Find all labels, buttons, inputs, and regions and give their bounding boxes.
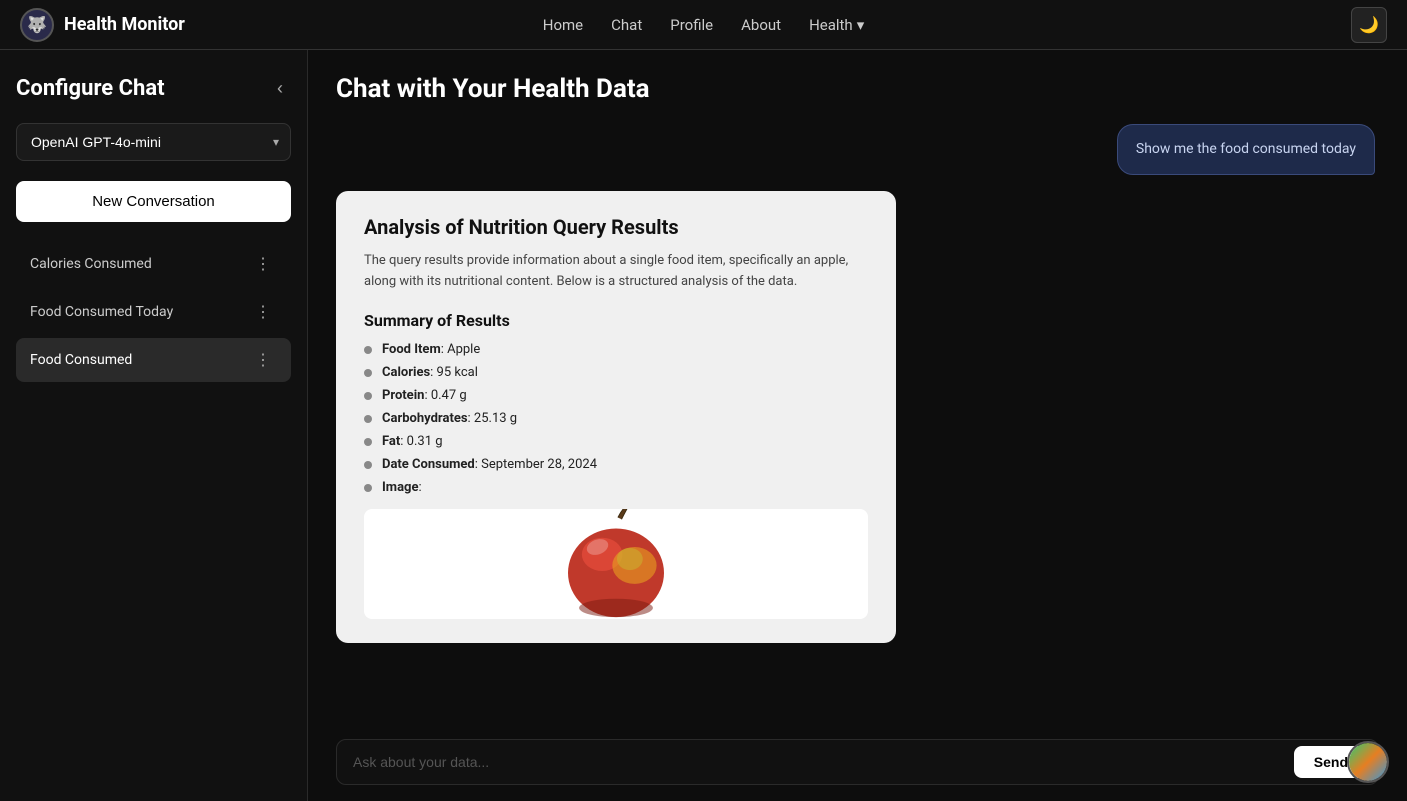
- brand: 🐺 Health Monitor: [20, 8, 185, 42]
- moon-icon: 🌙: [1359, 15, 1379, 35]
- bullet-icon: [364, 369, 372, 377]
- item-value: 25.13 g: [474, 411, 517, 426]
- collapse-button[interactable]: ‹: [269, 74, 291, 103]
- bullet-icon: [364, 392, 372, 400]
- chat-input-row: Send: [336, 739, 1379, 785]
- conversation-menu-button[interactable]: ⋮: [249, 300, 277, 324]
- assistant-card-desc: The query results provide information ab…: [364, 251, 868, 293]
- chat-area: Chat with Your Health Data Show me the f…: [308, 50, 1407, 801]
- nav-about[interactable]: About: [741, 16, 781, 34]
- assistant-message-row: Analysis of Nutrition Query Results The …: [336, 191, 1375, 643]
- conversation-item-calories[interactable]: Calories Consumed ⋮: [16, 242, 291, 286]
- navbar: 🐺 Health Monitor Home Chat Profile About…: [0, 0, 1407, 50]
- user-message-row: Show me the food consumed today: [336, 124, 1375, 175]
- list-item: Carbohydrates: 25.13 g: [364, 411, 868, 426]
- assistant-message-card: Analysis of Nutrition Query Results The …: [336, 191, 896, 643]
- model-select-wrapper: OpenAI GPT-4o-mini OpenAI GPT-4o OpenAI …: [16, 123, 291, 161]
- bullet-icon: [364, 415, 372, 423]
- brand-icon: 🐺: [20, 8, 54, 42]
- nav-chat[interactable]: Chat: [611, 16, 642, 34]
- main-layout: Configure Chat ‹ OpenAI GPT-4o-mini Open…: [0, 50, 1407, 801]
- item-key: Protein: [382, 388, 424, 403]
- item-value: 0.31 g: [407, 434, 443, 449]
- user-message-text: Show me the food consumed today: [1136, 141, 1356, 157]
- list-item: Protein: 0.47 g: [364, 388, 868, 403]
- assistant-card-title: Analysis of Nutrition Query Results: [364, 215, 868, 239]
- nav-profile[interactable]: Profile: [670, 16, 713, 34]
- conversation-item-food[interactable]: Food Consumed ⋮: [16, 338, 291, 382]
- item-key: Image: [382, 480, 418, 495]
- navbar-right: 🌙: [1351, 7, 1387, 43]
- bullet-icon: [364, 346, 372, 354]
- chat-title: Chat with Your Health Data: [336, 74, 1379, 104]
- list-item: Calories: 95 kcal: [364, 365, 868, 380]
- bullet-icon: [364, 484, 372, 492]
- chat-messages: Show me the food consumed today Analysis…: [336, 124, 1379, 725]
- conversation-menu-button[interactable]: ⋮: [249, 252, 277, 276]
- nav-home[interactable]: Home: [543, 16, 583, 34]
- conversation-label: Calories Consumed: [30, 256, 152, 272]
- sidebar: Configure Chat ‹ OpenAI GPT-4o-mini Open…: [0, 50, 308, 801]
- item-key: Date Consumed: [382, 457, 475, 472]
- bullet-icon: [364, 438, 372, 446]
- list-item: Date Consumed: September 28, 2024: [364, 457, 868, 472]
- conversation-label: Food Consumed Today: [30, 304, 173, 320]
- list-item: Image:: [364, 480, 868, 495]
- nav-health[interactable]: Health ▾: [809, 16, 864, 34]
- list-item: Fat: 0.31 g: [364, 434, 868, 449]
- conversation-menu-button[interactable]: ⋮: [249, 348, 277, 372]
- bullet-icon: [364, 461, 372, 469]
- user-message-bubble: Show me the food consumed today: [1117, 124, 1375, 175]
- navbar-nav: Home Chat Profile About Health ▾: [543, 16, 864, 34]
- conversation-list: Calories Consumed ⋮ Food Consumed Today …: [16, 242, 291, 382]
- new-conversation-button[interactable]: New Conversation: [16, 181, 291, 222]
- list-item: Food Item: Apple: [364, 342, 868, 357]
- sidebar-title: Configure Chat: [16, 76, 165, 101]
- dark-mode-button[interactable]: 🌙: [1351, 7, 1387, 43]
- item-key: Calories: [382, 365, 430, 380]
- apple-illustration: [546, 509, 686, 619]
- item-value: Apple: [447, 342, 480, 357]
- conversation-item-food-today[interactable]: Food Consumed Today ⋮: [16, 290, 291, 334]
- model-select[interactable]: OpenAI GPT-4o-mini OpenAI GPT-4o OpenAI …: [16, 123, 291, 161]
- avatar[interactable]: [1347, 741, 1389, 783]
- item-value: 95 kcal: [437, 365, 478, 380]
- conversation-label: Food Consumed: [30, 352, 132, 368]
- brand-title: Health Monitor: [64, 14, 185, 35]
- collapse-icon: ‹: [277, 78, 283, 98]
- chevron-down-icon: ▾: [857, 16, 865, 34]
- chat-input[interactable]: [353, 746, 1284, 778]
- summary-list: Food Item: Apple Calories: 95 kcal Prote…: [364, 342, 868, 495]
- item-value: September 28, 2024: [481, 457, 597, 472]
- avatar-image: [1349, 743, 1387, 781]
- item-key: Fat: [382, 434, 400, 449]
- sidebar-header: Configure Chat ‹: [16, 74, 291, 103]
- summary-title: Summary of Results: [364, 311, 868, 330]
- apple-image-container: [364, 509, 868, 619]
- item-key: Carbohydrates: [382, 411, 468, 426]
- item-value: 0.47 g: [431, 388, 467, 403]
- item-key: Food Item: [382, 342, 441, 357]
